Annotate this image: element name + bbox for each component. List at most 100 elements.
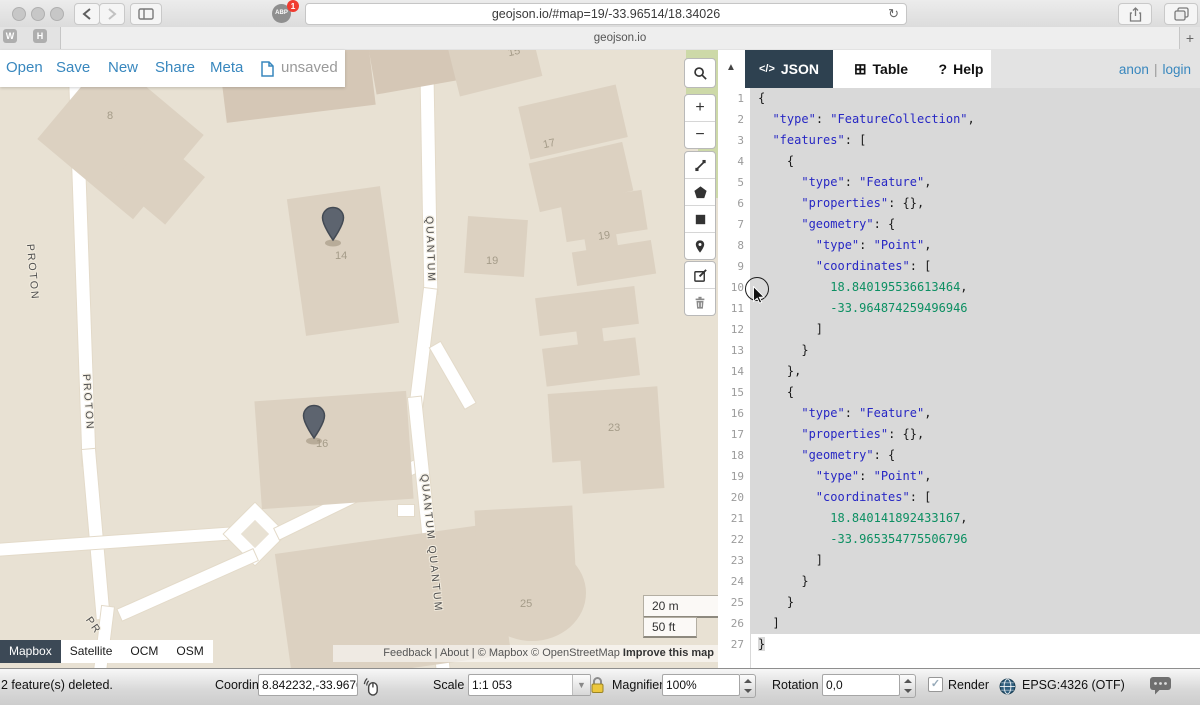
line-number: 21	[718, 508, 750, 529]
tab-json[interactable]: </> JSON	[745, 50, 833, 88]
menu-new[interactable]: New	[108, 59, 138, 76]
panel-collapse-button[interactable]: ▲	[726, 62, 736, 73]
building-number-label: 19	[486, 255, 498, 267]
marker-pin-icon	[320, 206, 346, 248]
map-canvas[interactable]: 8 15 17 19 19 14 16 23 25 PROTON PROTON …	[0, 50, 718, 668]
json-editor[interactable]: 1{2 "type": "FeatureCollection",3 "featu…	[718, 88, 1200, 668]
draw-marker-button[interactable]	[685, 233, 715, 259]
minimize-window-button[interactable]	[31, 7, 45, 21]
messages-button[interactable]	[1148, 676, 1174, 696]
rotation-input[interactable]: 0,0	[822, 674, 900, 696]
marker-pin-icon	[301, 404, 327, 446]
line-number: 1	[718, 88, 750, 109]
epsg-label[interactable]: EPSG:4326 (OTF)	[1022, 678, 1125, 692]
editor-line: 19 "type": "Point",	[718, 466, 1200, 487]
editor-line: 7 "geometry": {	[718, 214, 1200, 235]
new-tab-button[interactable]: +	[1180, 27, 1200, 49]
marker-tool-icon	[693, 239, 707, 254]
auth-area: anon | login	[991, 50, 1200, 88]
tab-help[interactable]: ? Help	[931, 50, 991, 88]
status-message: 2 feature(s) deleted.	[1, 678, 113, 692]
speech-bubble-icon	[1149, 676, 1173, 696]
forward-button[interactable]	[99, 3, 125, 25]
sidebar-toggle-button[interactable]	[130, 3, 162, 25]
back-button[interactable]	[74, 3, 100, 25]
line-number: 17	[718, 424, 750, 445]
pinned-tab-h[interactable]: H	[33, 29, 47, 43]
username-label: anon	[1119, 62, 1149, 77]
magnifier-input[interactable]: 100%	[662, 674, 740, 696]
active-tab[interactable]: geojson.io	[60, 27, 1180, 49]
pinned-tab-w[interactable]: W	[3, 29, 17, 43]
scale-combobox[interactable]: 1:1 053 ▼	[468, 674, 591, 696]
line-number: 11	[718, 298, 750, 319]
editor-lines: 1{2 "type": "FeatureCollection",3 "featu…	[718, 88, 1200, 655]
table-icon: ⊞	[854, 60, 867, 78]
editor-line: 5 "type": "Feature",	[718, 172, 1200, 193]
search-button[interactable]	[685, 59, 715, 87]
layer-mapbox[interactable]: Mapbox	[0, 640, 61, 663]
rotation-spinner[interactable]	[900, 674, 916, 698]
feedback-link[interactable]: Feedback	[383, 647, 431, 659]
draw-line-button[interactable]	[685, 152, 715, 179]
edit-feature-button[interactable]	[685, 262, 715, 289]
layer-ocm[interactable]: OCM	[121, 640, 167, 663]
editor-line: 2 "type": "FeatureCollection",	[718, 109, 1200, 130]
editor-line: 4 {	[718, 151, 1200, 172]
zoom-out-button[interactable]: −	[685, 122, 715, 148]
mouse-position-toggle[interactable]	[358, 675, 384, 697]
menu-save[interactable]: Save	[56, 59, 90, 76]
render-checkbox[interactable]: ✓	[928, 677, 943, 692]
map-building	[478, 545, 586, 641]
about-link[interactable]: About	[440, 647, 469, 659]
map-attribution: Feedback | About | © Mapbox © OpenStreet…	[333, 645, 718, 662]
menu-share[interactable]: Share	[155, 59, 195, 76]
layer-satellite[interactable]: Satellite	[61, 640, 122, 663]
geocoder-group	[684, 58, 716, 88]
copyright-text: © Mapbox © OpenStreetMap	[478, 647, 620, 659]
draw-polygon-button[interactable]	[685, 179, 715, 206]
crs-button[interactable]	[998, 677, 1016, 695]
attribution-divider: |	[472, 647, 475, 659]
zoom-window-button[interactable]	[50, 7, 64, 21]
line-number: 4	[718, 151, 750, 172]
menu-open[interactable]: Open	[6, 59, 43, 76]
editor-line: 23 ]	[718, 550, 1200, 571]
line-number: 18	[718, 445, 750, 466]
layer-switcher: Mapbox Satellite OCM OSM	[0, 640, 213, 663]
map-building-notch	[539, 461, 584, 506]
render-label: Render	[948, 678, 989, 692]
map-road	[430, 342, 475, 409]
building-number-label: 23	[608, 422, 620, 434]
scale-bar-imperial: 50 ft	[643, 617, 697, 638]
help-icon: ?	[939, 61, 948, 77]
url-field[interactable]: geojson.io/#map=19/-33.96514/18.34026 ↻	[305, 3, 907, 25]
scale-lock-button[interactable]	[588, 674, 606, 696]
map-marker[interactable]	[301, 404, 327, 446]
share-button[interactable]	[1118, 3, 1152, 25]
map-marker[interactable]	[320, 206, 346, 248]
reload-icon[interactable]: ↻	[888, 4, 899, 24]
editor-line: 18 "geometry": {	[718, 445, 1200, 466]
tab-table[interactable]: ⊞ Table	[843, 50, 919, 88]
zoom-in-button[interactable]: +	[685, 95, 715, 122]
delete-feature-button[interactable]	[685, 289, 715, 315]
url-text: geojson.io/#map=19/-33.96514/18.34026	[492, 7, 720, 21]
close-window-button[interactable]	[12, 7, 26, 21]
coordinate-input[interactable]: 8.842232,-33.967060	[258, 674, 358, 696]
editor-line: 11 -33.964874259496946	[718, 298, 1200, 319]
menu-meta[interactable]: Meta	[210, 59, 243, 76]
magnifier-spinner[interactable]	[740, 674, 756, 698]
edit-tools-group	[684, 261, 716, 316]
building-number-label: 19	[597, 229, 611, 243]
improve-map-link[interactable]: Improve this map	[623, 647, 714, 659]
adblock-button[interactable]: ABP 1	[272, 3, 296, 23]
geojson-menu-bar: Open Save New Share Meta unsaved	[0, 50, 345, 87]
layer-osm[interactable]: OSM	[167, 640, 212, 663]
tab-overview-button[interactable]	[1164, 3, 1198, 25]
draw-rectangle-button[interactable]	[685, 206, 715, 233]
line-number: 26	[718, 613, 750, 634]
login-link[interactable]: login	[1162, 62, 1191, 77]
editor-line: 21 18.840141892433167,	[718, 508, 1200, 529]
line-number: 6	[718, 193, 750, 214]
